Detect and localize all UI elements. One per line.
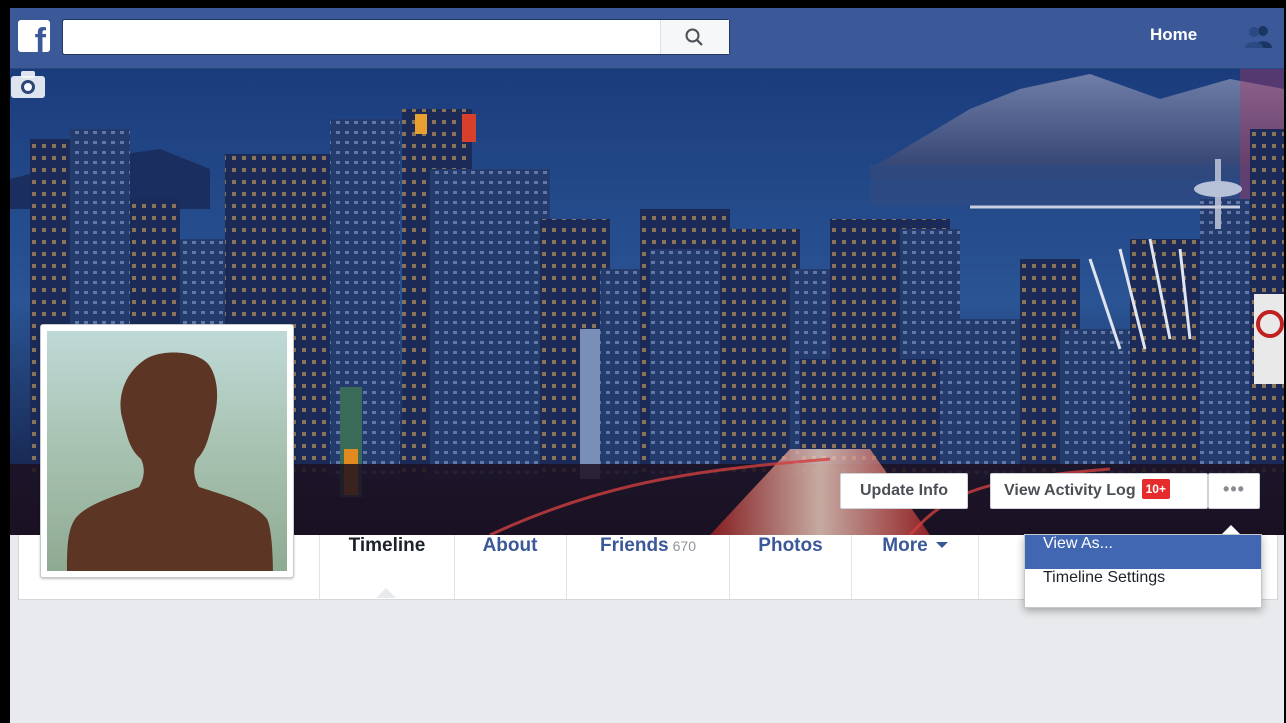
more-options-button[interactable]: ••• xyxy=(1208,473,1260,509)
view-activity-log-label: View Activity Log xyxy=(1004,482,1136,499)
tab-timeline-label: Timeline xyxy=(348,535,426,556)
menu-item-view-as[interactable]: View As... xyxy=(1025,535,1261,569)
view-activity-log-button[interactable]: View Activity Log 10+ xyxy=(990,473,1208,509)
top-bar: f Home xyxy=(10,8,1284,69)
tab-about[interactable]: About xyxy=(454,535,567,599)
menu-item-timeline-settings[interactable]: Timeline Settings xyxy=(1025,569,1261,603)
active-tab-pointer xyxy=(376,588,396,598)
menu-item-timeline-settings-label: Timeline Settings xyxy=(1043,569,1166,586)
home-link[interactable]: Home xyxy=(1150,25,1197,45)
default-avatar-silhouette-icon xyxy=(67,352,273,571)
menu-item-view-as-label: View As... xyxy=(1043,535,1113,552)
more-options-menu: View As... Timeline Settings xyxy=(1024,534,1262,608)
logo-letter: f xyxy=(34,22,46,52)
activity-count-badge: 10+ xyxy=(1141,479,1170,499)
tab-photos-label: Photos xyxy=(758,535,823,556)
friends-count: 670 xyxy=(672,538,696,554)
tab-about-label: About xyxy=(482,535,538,556)
profile-picture[interactable] xyxy=(40,324,294,578)
tab-more[interactable]: More xyxy=(852,535,979,599)
camera-icon[interactable] xyxy=(10,69,46,99)
friend-requests-icon[interactable] xyxy=(1244,24,1274,48)
dropdown-pointer xyxy=(1222,525,1240,534)
profile-picture-frame xyxy=(47,331,287,571)
search-icon xyxy=(685,28,703,46)
update-info-button[interactable]: Update Info xyxy=(840,473,968,509)
caret-down-icon xyxy=(935,542,948,548)
tab-photos[interactable]: Photos xyxy=(730,535,852,599)
more-options-dots-icon: ••• xyxy=(1223,479,1245,499)
tab-friends-label: Friends xyxy=(600,535,669,556)
facebook-logo[interactable]: f xyxy=(18,20,50,52)
tab-friends[interactable]: Friends 670 xyxy=(567,535,730,599)
app-frame: f Home Update Info View Activity Log 10+… xyxy=(10,8,1284,723)
search-box xyxy=(62,19,730,55)
tab-more-label: More xyxy=(882,535,928,556)
search-input[interactable] xyxy=(63,20,669,52)
update-info-label: Update Info xyxy=(860,482,948,499)
search-button[interactable] xyxy=(660,20,729,54)
